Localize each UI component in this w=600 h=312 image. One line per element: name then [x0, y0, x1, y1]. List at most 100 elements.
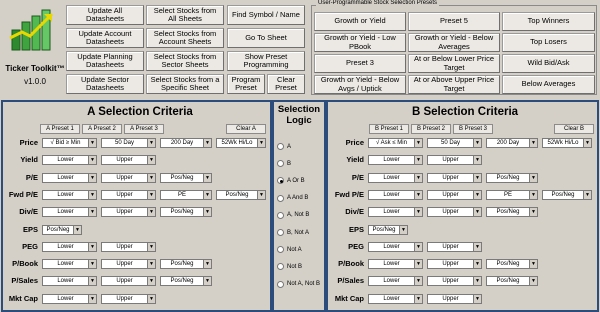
chevron-down-icon[interactable]: ▼: [414, 260, 422, 269]
select-all-sheets-button[interactable]: Select Stocks from All Sheets: [146, 5, 224, 25]
chevron-down-icon[interactable]: ▼: [414, 173, 422, 182]
chevron-down-icon[interactable]: ▼: [203, 139, 211, 147]
chevron-down-icon[interactable]: ▼: [147, 173, 155, 182]
chevron-down-icon[interactable]: ▼: [88, 242, 96, 251]
select-specific-sheet-button[interactable]: Select Stocks from a Specific Sheet: [146, 74, 224, 94]
section_a-yield-lower-dropdown[interactable]: Lower ▼: [42, 155, 97, 166]
preset-growth-or-yield-button[interactable]: Growth or Yield: [314, 12, 406, 31]
section_b-p-e-pos-neg-dropdown[interactable]: Pos/Neg ▼: [486, 172, 538, 183]
section_b-fwd-p-e-pos-neg-dropdown[interactable]: Pos/Neg ▼: [542, 189, 592, 200]
chevron-down-icon[interactable]: ▼: [414, 139, 422, 147]
section_a-yield-upper-dropdown[interactable]: Upper ▼: [101, 155, 156, 166]
chevron-down-icon[interactable]: ▼: [529, 277, 537, 286]
section_a-fwd-p-e-pe-dropdown[interactable]: PE ▼: [160, 189, 212, 200]
chevron-down-icon[interactable]: ▼: [88, 294, 96, 303]
section_b-peg-upper-dropdown[interactable]: Upper ▼: [427, 241, 482, 252]
chevron-down-icon[interactable]: ▼: [529, 173, 537, 182]
chevron-down-icon[interactable]: ▼: [414, 208, 422, 217]
logic-option-a-not-b[interactable]: A, Not B: [277, 211, 309, 219]
chevron-down-icon[interactable]: ▼: [257, 190, 265, 199]
section_b-peg-lower-dropdown[interactable]: Lower ▼: [368, 241, 423, 252]
logic-option-b[interactable]: B: [277, 160, 291, 168]
chevron-down-icon[interactable]: ▼: [203, 260, 211, 269]
chevron-down-icon[interactable]: ▼: [529, 190, 537, 199]
b-preset-1-button[interactable]: B Preset 1: [369, 124, 409, 134]
chevron-down-icon[interactable]: ▼: [203, 190, 211, 199]
section_a-price-bid-min-dropdown[interactable]: √ Bid ≥ Min ▼: [42, 138, 97, 148]
section_b-div-e-lower-dropdown[interactable]: Lower ▼: [368, 207, 423, 218]
section_b-price-50-day-dropdown[interactable]: 50 Day ▼: [427, 138, 482, 148]
chevron-down-icon[interactable]: ▼: [147, 260, 155, 269]
chevron-down-icon[interactable]: ▼: [147, 190, 155, 199]
chevron-down-icon[interactable]: ▼: [399, 225, 407, 234]
go-to-sheet-button[interactable]: Go To Sheet: [227, 28, 305, 48]
radio-icon[interactable]: [277, 177, 284, 185]
chevron-down-icon[interactable]: ▼: [203, 173, 211, 182]
chevron-down-icon[interactable]: ▼: [473, 139, 481, 147]
section_b-p-sales-upper-dropdown[interactable]: Upper ▼: [427, 276, 482, 287]
section_a-peg-upper-dropdown[interactable]: Upper ▼: [101, 241, 156, 252]
chevron-down-icon[interactable]: ▼: [147, 156, 155, 165]
section_b-mkt-cap-upper-dropdown[interactable]: Upper ▼: [427, 293, 482, 304]
chevron-down-icon[interactable]: ▼: [414, 156, 422, 165]
radio-icon[interactable]: [277, 194, 284, 202]
chevron-down-icon[interactable]: ▼: [257, 139, 265, 147]
radio-icon[interactable]: [277, 229, 284, 236]
a-preset-2-button[interactable]: A Preset 2: [82, 124, 122, 134]
chevron-down-icon[interactable]: ▼: [583, 190, 591, 199]
section_b-p-sales-pos-neg-dropdown[interactable]: Pos/Neg ▼: [486, 276, 538, 287]
chevron-down-icon[interactable]: ▼: [473, 156, 481, 165]
chevron-down-icon[interactable]: ▼: [473, 277, 481, 286]
chevron-down-icon[interactable]: ▼: [583, 139, 591, 147]
chevron-down-icon[interactable]: ▼: [473, 173, 481, 182]
update-account-datasheets-button[interactable]: Update Account Datasheets: [66, 28, 144, 48]
chevron-down-icon[interactable]: ▼: [414, 190, 422, 199]
section_a-eps-pos-neg-dropdown[interactable]: Pos/Neg ▼: [42, 224, 82, 235]
chevron-down-icon[interactable]: ▼: [203, 277, 211, 286]
a-preset-3-button[interactable]: A Preset 3: [124, 124, 164, 134]
select-sector-sheets-button[interactable]: Select Stocks from Sector Sheets: [146, 51, 224, 71]
preset-growth-low-pbook-button[interactable]: Growth or Yield - Low PBook: [314, 33, 406, 52]
chevron-down-icon[interactable]: ▼: [473, 260, 481, 269]
chevron-down-icon[interactable]: ▼: [88, 277, 96, 286]
logic-option-not-a-not-b[interactable]: Not A, Not B: [277, 280, 320, 288]
section_a-p-e-lower-dropdown[interactable]: Lower ▼: [42, 172, 97, 183]
logic-option-a[interactable]: A: [277, 143, 291, 150]
preset-below-averages-button[interactable]: Below Averages: [502, 75, 595, 94]
radio-icon[interactable]: [277, 211, 284, 219]
chevron-down-icon[interactable]: ▼: [147, 242, 155, 251]
section_b-p-book-lower-dropdown[interactable]: Lower ▼: [368, 259, 423, 270]
section_a-fwd-p-e-pos-neg-dropdown[interactable]: Pos/Neg ▼: [216, 189, 266, 200]
section_a-fwd-p-e-upper-dropdown[interactable]: Upper ▼: [101, 189, 156, 200]
chevron-down-icon[interactable]: ▼: [529, 139, 537, 147]
section_a-p-e-upper-dropdown[interactable]: Upper ▼: [101, 172, 156, 183]
section_a-p-sales-lower-dropdown[interactable]: Lower ▼: [42, 276, 97, 287]
section_b-price-52wk-hi-lo-dropdown[interactable]: 52Wk Hi/Lo ▼: [542, 138, 592, 148]
section_b-p-e-lower-dropdown[interactable]: Lower ▼: [368, 172, 423, 183]
update-all-datasheets-button[interactable]: Update All Datasheets: [66, 5, 144, 25]
select-account-sheets-button[interactable]: Select Stocks from Account Sheets: [146, 28, 224, 48]
logic-option-a-and-b[interactable]: A And B: [277, 194, 308, 202]
chevron-down-icon[interactable]: ▼: [147, 139, 155, 147]
section_a-p-book-upper-dropdown[interactable]: Upper ▼: [101, 259, 156, 270]
program-preset-button[interactable]: Program Preset: [227, 74, 265, 94]
section_a-fwd-p-e-lower-dropdown[interactable]: Lower ▼: [42, 189, 97, 200]
section_b-price-200-day-dropdown[interactable]: 200 Day ▼: [486, 138, 538, 148]
section_a-peg-lower-dropdown[interactable]: Lower ▼: [42, 241, 97, 252]
section_b-yield-upper-dropdown[interactable]: Upper ▼: [427, 155, 482, 166]
section_a-div-e-pos-neg-dropdown[interactable]: Pos/Neg ▼: [160, 207, 212, 218]
chevron-down-icon[interactable]: ▼: [88, 260, 96, 269]
section_a-p-book-lower-dropdown[interactable]: Lower ▼: [42, 259, 97, 270]
radio-icon[interactable]: [277, 263, 284, 271]
section_a-price-50-day-dropdown[interactable]: 50 Day ▼: [101, 138, 156, 148]
radio-icon[interactable]: [277, 160, 284, 168]
section_b-fwd-p-e-pe-dropdown[interactable]: PE ▼: [486, 189, 538, 200]
chevron-down-icon[interactable]: ▼: [88, 173, 96, 182]
b-preset-2-button[interactable]: B Preset 2: [411, 124, 451, 134]
find-symbol-button[interactable]: Find Symbol / Name: [227, 5, 305, 25]
chevron-down-icon[interactable]: ▼: [147, 294, 155, 303]
section_b-p-book-pos-neg-dropdown[interactable]: Pos/Neg ▼: [486, 259, 538, 270]
preset-growth-below-averages-button[interactable]: Growth or Yield - Below Averages: [408, 33, 500, 52]
b-preset-3-button[interactable]: B Preset 3: [453, 124, 493, 134]
section_b-p-sales-lower-dropdown[interactable]: Lower ▼: [368, 276, 423, 287]
